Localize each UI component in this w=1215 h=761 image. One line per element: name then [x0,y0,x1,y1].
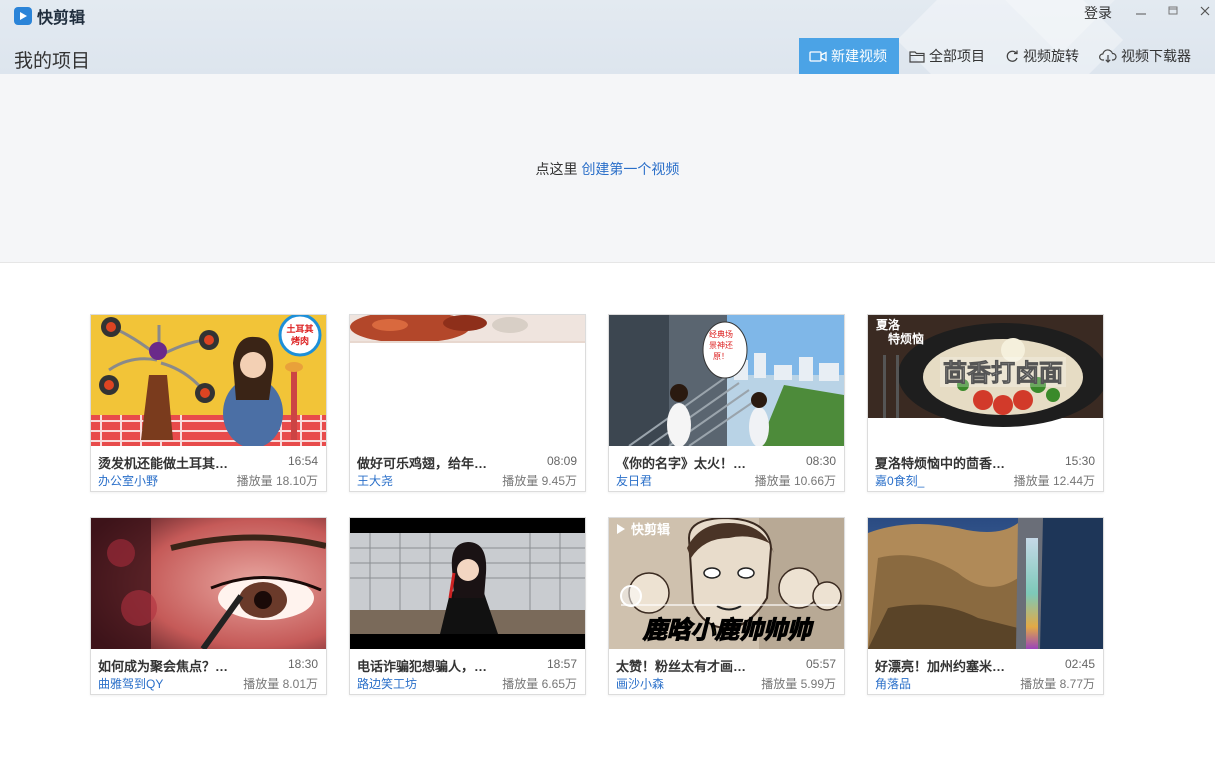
video-author[interactable]: 曲雅驾到QY [98,675,163,692]
page-title: 我的项目 [14,51,91,72]
close-icon [1200,6,1210,16]
empty-projects-area: 点这里 创建第一个视频 [0,74,1215,263]
video-play-count: 播放量 5.99万 [761,677,836,691]
minimize-icon [1136,13,1146,15]
video-duration: 18:30 [287,657,318,671]
rotate-video-label: 视频旋转 [1023,48,1079,64]
cloud-download-icon [1099,49,1117,63]
thumb-text: 茴香打卤面 [943,359,1063,387]
thumb-logo: 快剪辑 [631,522,670,537]
video-play-count: 播放量 12.44万 [1013,474,1095,488]
create-first-video-prompt: 点这里 创建第一个视频 [0,159,1215,179]
video-card[interactable]: 快剪辑 鹿晗小鹿帅帅帅 太赞！粉丝太有才画… 05:57 画沙小森 播放量 5.… [608,517,845,695]
close-button[interactable] [1192,0,1215,22]
prompt-prefix: 点这里 [535,161,582,177]
thumb-tag: 夏洛 [876,317,901,332]
video-thumbnail [350,315,585,446]
video-duration: 18:57 [546,657,577,671]
all-projects-label: 全部项目 [929,48,985,64]
app-name: 快剪辑 [37,10,86,27]
video-author[interactable]: 办公室小野 [98,472,158,489]
video-downloader-label: 视频下载器 [1121,48,1191,64]
video-play-count: 播放量 6.65万 [502,677,577,691]
video-thumbnail [350,518,585,649]
video-play-count: 播放量 10.66万 [754,474,836,488]
video-thumbnail: 经典场 景神还 原！ [609,315,844,446]
thumb-text: 烤肉 [291,335,309,346]
folder-icon [909,50,925,63]
video-thumbnail [91,518,326,649]
video-play-count: 播放量 8.77万 [1020,677,1095,691]
video-card[interactable]: 好漂亮！加州约塞米… 02:45 角落品 播放量 8.77万 [867,517,1104,695]
video-card[interactable]: 做好可乐鸡翅，给年… 08:09 王大尧 播放量 9.45万 [349,314,586,492]
thumb-tag: 特烦恼 [888,331,924,346]
video-play-count: 播放量 9.45万 [502,474,577,488]
thumb-text: 景神还 [709,340,733,350]
video-thumbnail [868,518,1103,649]
video-card[interactable]: 经典场 景神还 原！ 《你的名字》太火！… 08:30 友日君 播放量 10.6… [608,314,845,492]
rotate-video-button[interactable]: 视频旋转 [995,38,1089,74]
rotate-icon [1006,50,1018,62]
minimize-button[interactable] [1128,0,1154,22]
thumb-text: 土耳其 [286,323,313,334]
video-title: 烫发机还能做土耳其… [98,456,229,471]
new-video-label: 新建视频 [831,48,887,64]
video-card[interactable]: 土耳其 烤肉 烫发机还能做土耳其… 16:54 办公室小野 播放量 18.10万 [90,314,327,492]
video-downloader-button[interactable]: 视频下载器 [1089,38,1201,74]
video-duration: 08:30 [805,454,836,468]
video-duration: 15:30 [1064,454,1095,468]
thumb-text: 鹿晗小鹿帅帅帅 [642,617,814,644]
thumb-text: 经典场 [709,329,733,339]
play-icon [14,7,32,25]
video-title: 夏洛特烦恼中的茴香… [875,456,1006,471]
create-first-video-link[interactable]: 创建第一个视频 [581,161,679,177]
video-title: 电话诈骗犯想骗人，… [357,659,488,674]
title-bar: 快剪辑 登录 我的项目 新建视频 全部项目 视频旋转 视频下载器 [0,0,1215,74]
video-card[interactable]: 电话诈骗犯想骗人，… 18:57 路边笑工坊 播放量 6.65万 [349,517,586,695]
video-author[interactable]: 友日君 [616,472,652,489]
video-title: 太赞！粉丝太有才画… [616,659,747,674]
video-thumbnail: 夏洛 特烦恼 茴香打卤面 [868,315,1103,446]
video-thumbnail: 土耳其 烤肉 [91,315,326,446]
video-play-count: 播放量 18.10万 [236,474,318,488]
video-title: 做好可乐鸡翅，给年… [357,456,488,471]
all-projects-button[interactable]: 全部项目 [899,38,995,74]
video-author[interactable]: 嘉0食刻_ [875,472,924,489]
maximize-button[interactable] [1160,0,1186,22]
video-author[interactable]: 路边笑工坊 [357,675,417,692]
video-duration: 08:09 [546,454,577,468]
app-logo: 快剪辑 [14,4,85,28]
login-link[interactable]: 登录 [1084,3,1112,23]
video-duration: 05:57 [805,657,836,671]
maximize-icon [1168,6,1178,15]
new-video-button[interactable]: 新建视频 [799,38,899,74]
video-duration: 02:45 [1064,657,1095,671]
video-thumbnail: 快剪辑 鹿晗小鹿帅帅帅 [609,518,844,649]
video-card[interactable]: 如何成为聚会焦点？… 18:30 曲雅驾到QY 播放量 8.01万 [90,517,327,695]
video-author[interactable]: 王大尧 [357,472,393,489]
video-author[interactable]: 画沙小森 [616,675,664,692]
video-play-count: 播放量 8.01万 [243,677,318,691]
video-camera-icon [809,50,827,62]
video-card[interactable]: 夏洛 特烦恼 茴香打卤面 夏洛特烦恼中的茴香… 15:30 嘉0食刻_ 播放量 … [867,314,1104,492]
thumb-text: 原！ [713,352,729,361]
toolbar: 新建视频 全部项目 视频旋转 视频下载器 [799,38,1201,74]
video-title: 《你的名字》太火！… [616,456,747,471]
video-author[interactable]: 角落品 [875,675,911,692]
video-title: 好漂亮！加州约塞米… [875,659,1006,674]
video-title: 如何成为聚会焦点？… [98,659,229,674]
video-duration: 16:54 [287,454,318,468]
